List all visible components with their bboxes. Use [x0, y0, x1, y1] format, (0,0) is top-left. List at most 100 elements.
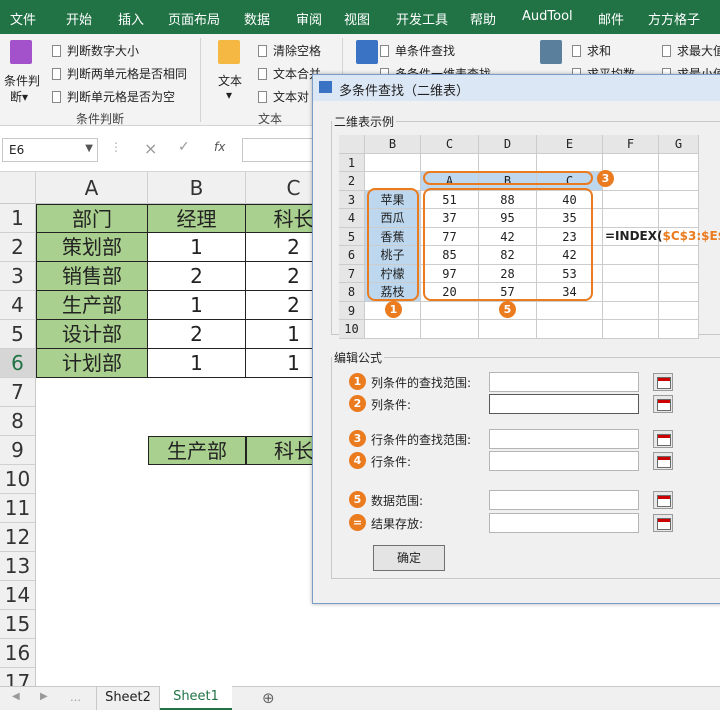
row-header[interactable]: 6 [0, 349, 36, 378]
range-select-icon[interactable] [653, 430, 673, 448]
mini-row-header: 6 [339, 246, 365, 265]
ribbon-item[interactable]: 判断单元格是否为空 [52, 88, 175, 105]
row-header[interactable]: 17 [0, 668, 36, 686]
text-big-button-label-1[interactable]: 文本 [218, 72, 242, 89]
field-input[interactable] [489, 394, 639, 414]
ribbon-tab[interactable]: 开发工具 [396, 9, 448, 28]
mini-cell [659, 283, 699, 302]
field-input[interactable] [489, 372, 639, 392]
lookup-icon[interactable] [356, 40, 378, 64]
cond-big-button-label-1[interactable]: 条件判 [4, 72, 40, 89]
cell[interactable]: 经理 [148, 204, 246, 233]
row-header[interactable]: 16 [0, 639, 36, 668]
ribbon-item[interactable]: 求最大值 [662, 42, 720, 59]
cell[interactable]: 设计部 [36, 320, 148, 349]
cell[interactable]: 2 [148, 320, 246, 349]
ribbon-tab[interactable]: 文件 [10, 9, 36, 28]
ribbon-tab[interactable]: 方方格子 [648, 9, 700, 28]
mini-cell [603, 246, 659, 265]
example-formula: =INDEX($C$3:$E$ [605, 229, 720, 243]
row-header[interactable]: 4 [0, 291, 36, 320]
row-header[interactable]: 13 [0, 552, 36, 581]
ribbon-item[interactable]: 判断两单元格是否相同 [52, 65, 187, 82]
checkbox-icon [258, 91, 267, 103]
row-header[interactable]: 12 [0, 523, 36, 552]
confirm-icon[interactable]: ✓ [178, 139, 190, 155]
field-input[interactable] [489, 490, 639, 510]
checkbox-icon [572, 45, 581, 57]
cell[interactable]: 2 [148, 262, 246, 291]
row-header[interactable]: 5 [0, 320, 36, 349]
range-select-icon[interactable] [653, 395, 673, 413]
field-input[interactable] [489, 429, 639, 449]
row-header[interactable]: 11 [0, 494, 36, 523]
column-header[interactable]: A [36, 172, 148, 204]
row-header[interactable]: 10 [0, 465, 36, 494]
add-sheet-icon[interactable]: ⊕ [262, 689, 275, 707]
range-select-icon[interactable] [653, 373, 673, 391]
ribbon-tab[interactable]: AudTool [522, 9, 573, 24]
cell[interactable]: 销售部 [36, 262, 148, 291]
cell[interactable]: 部门 [36, 204, 148, 233]
mini-cell [659, 246, 699, 265]
ribbon-tab[interactable]: 邮件 [598, 9, 624, 28]
cell[interactable]: 1 [148, 291, 246, 320]
fx-icon[interactable]: fx [214, 140, 225, 154]
cond-big-button-label-2[interactable]: 断▾ [10, 88, 28, 105]
row-header[interactable]: 1 [0, 204, 36, 233]
ribbon-item[interactable]: 判断数字大小 [52, 42, 139, 59]
theta-icon[interactable] [540, 40, 562, 64]
column-header[interactable]: B [148, 172, 246, 204]
cancel-icon[interactable]: × [144, 139, 157, 158]
sheet-nav-prev[interactable]: ◀ [12, 691, 20, 702]
ribbon-tab[interactable]: 页面布局 [168, 9, 220, 28]
row-header[interactable]: 14 [0, 581, 36, 610]
formula-input[interactable] [242, 138, 318, 162]
range-select-icon[interactable] [653, 514, 673, 532]
mini-cell [421, 153, 479, 172]
select-all-corner[interactable] [0, 172, 36, 204]
text-big-button-label-2[interactable]: ▾ [226, 88, 232, 102]
ribbon-item[interactable]: 清除空格 [258, 42, 321, 59]
row-header[interactable]: 15 [0, 610, 36, 639]
highlight-box [423, 188, 593, 301]
app-icon [319, 81, 332, 93]
range-select-icon[interactable] [653, 491, 673, 509]
cell[interactable]: 1 [148, 233, 246, 262]
sheet-nav-more[interactable]: … [70, 691, 81, 704]
sheet-tab-sheet2[interactable]: Sheet2 [96, 687, 160, 710]
ribbon-tab[interactable]: 审阅 [296, 9, 322, 28]
cell[interactable]: 策划部 [36, 233, 148, 262]
sheet-nav-next[interactable]: ▶ [40, 691, 48, 702]
mini-cell [603, 190, 659, 209]
row-header[interactable]: 9 [0, 436, 36, 465]
ribbon-item[interactable]: 求和 [572, 42, 611, 59]
ribbon-tab[interactable]: 帮助 [470, 9, 496, 28]
row-header[interactable]: 2 [0, 233, 36, 262]
ribbon-item[interactable]: 文本对 [258, 88, 309, 105]
ribbon-item-label: 判断两单元格是否相同 [67, 67, 188, 81]
row-header[interactable]: 8 [0, 407, 36, 436]
condition-icon[interactable] [10, 40, 32, 64]
range-select-icon[interactable] [653, 452, 673, 470]
ok-button[interactable]: 确定 [373, 545, 445, 571]
row-header[interactable]: 3 [0, 262, 36, 291]
name-box-value: E6 [9, 143, 25, 157]
row-header[interactable]: 7 [0, 378, 36, 407]
ribbon-tab[interactable]: 视图 [344, 9, 370, 28]
text-icon[interactable] [218, 40, 240, 64]
cell[interactable]: 生产部 [36, 291, 148, 320]
sheet-tab-sheet1[interactable]: Sheet1 [160, 686, 232, 710]
cell[interactable]: 1 [148, 349, 246, 378]
mini-cell [659, 172, 699, 191]
ribbon-tab[interactable]: 插入 [118, 9, 144, 28]
cell[interactable]: 计划部 [36, 349, 148, 378]
field-input[interactable] [489, 451, 639, 471]
ribbon-item[interactable]: 单条件查找 [380, 42, 455, 59]
chevron-down-icon[interactable]: ▼ [85, 143, 93, 154]
ribbon-tab[interactable]: 开始 [66, 9, 92, 28]
field-input[interactable] [489, 513, 639, 533]
name-box[interactable]: E6 ▼ [2, 138, 98, 162]
ribbon-tab[interactable]: 数据 [244, 9, 270, 28]
cell[interactable]: 生产部 [148, 436, 246, 465]
